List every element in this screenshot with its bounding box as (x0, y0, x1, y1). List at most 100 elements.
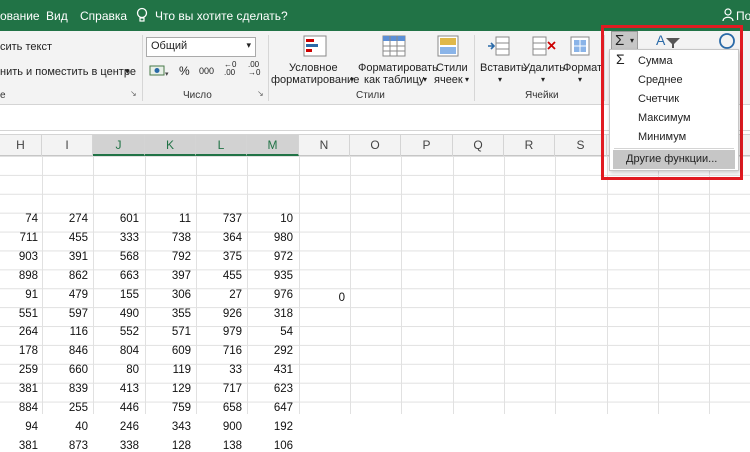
menu-item-max[interactable]: Максимум (610, 109, 738, 128)
table-cell[interactable]: 255 (42, 402, 92, 414)
table-cell[interactable]: 552 (93, 326, 143, 338)
chevron-down-icon[interactable]: ▾ (541, 75, 545, 84)
table-cell[interactable]: 455 (42, 232, 92, 244)
table-cell[interactable]: 192 (247, 421, 297, 433)
insert-button[interactable]: Вставить (480, 62, 527, 74)
dialog-launcher-icon[interactable]: ↘ (130, 89, 137, 98)
conditional-formatting-label-2[interactable]: форматирование (271, 74, 359, 86)
tell-me-search[interactable]: Что вы хотите сделать? (155, 9, 288, 23)
table-cell[interactable]: 737 (196, 213, 246, 225)
table-cell[interactable]: 33 (196, 364, 246, 376)
table-cell[interactable]: 884 (0, 402, 42, 414)
cell-styles-label-1[interactable]: Стили (436, 62, 468, 74)
table-cell[interactable]: 375 (196, 251, 246, 263)
table-cell[interactable]: 333 (93, 232, 143, 244)
menu-item-more-functions[interactable]: Другие функции... (613, 150, 735, 169)
conditional-formatting-icon[interactable] (303, 35, 329, 62)
tab-help[interactable]: Справка (80, 9, 127, 23)
conditional-formatting-label-1[interactable]: Условное (289, 62, 338, 74)
table-cell[interactable]: 900 (196, 421, 246, 433)
table-cell[interactable]: 91 (0, 289, 42, 301)
column-header-p[interactable]: P (401, 135, 453, 156)
table-cell[interactable]: 623 (247, 383, 297, 395)
table-cell[interactable]: 663 (93, 270, 143, 282)
table-cell[interactable]: 94 (0, 421, 42, 433)
table-cell[interactable]: 647 (247, 402, 297, 414)
format-cells-icon[interactable] (569, 35, 593, 62)
table-cell[interactable]: 246 (93, 421, 143, 433)
column-header-m[interactable]: M (247, 135, 299, 156)
table-cell[interactable]: 138 (196, 440, 246, 452)
table-cell[interactable]: 490 (93, 308, 143, 320)
column-header-s[interactable]: S (555, 135, 607, 156)
table-cell[interactable]: 446 (93, 402, 143, 414)
chevron-down-icon[interactable]: ▾ (578, 75, 582, 84)
table-cell[interactable]: 980 (247, 232, 297, 244)
table-cell[interactable]: 717 (196, 383, 246, 395)
currency-format-icon[interactable]: ▾ (149, 63, 171, 82)
menu-item-sum[interactable]: Сумма (610, 52, 738, 71)
tab-view[interactable]: Вид (46, 9, 68, 23)
table-cell[interactable]: 479 (42, 289, 92, 301)
table-cell[interactable]: 972 (247, 251, 297, 263)
table-cell[interactable]: 660 (42, 364, 92, 376)
format-as-table-label-2[interactable]: как таблицу (364, 74, 424, 86)
cell-styles-icon[interactable] (437, 35, 461, 62)
table-cell[interactable]: 391 (42, 251, 92, 263)
table-cell[interactable]: 364 (196, 232, 246, 244)
column-header-h[interactable]: H (0, 135, 42, 156)
table-cell[interactable]: 264 (0, 326, 42, 338)
table-cell[interactable]: 155 (93, 289, 143, 301)
table-cell[interactable]: 551 (0, 308, 42, 320)
menu-item-min[interactable]: Минимум (610, 128, 738, 147)
dialog-launcher-icon[interactable]: ↘ (257, 89, 264, 98)
thousands-separator-icon[interactable]: 000 (199, 66, 214, 76)
table-cell[interactable]: 738 (145, 232, 195, 244)
delete-cells-icon[interactable] (531, 35, 557, 62)
menu-item-count[interactable]: Счетчик (610, 90, 738, 109)
format-as-table-icon[interactable] (382, 35, 408, 62)
table-cell[interactable]: 804 (93, 345, 143, 357)
chevron-down-icon[interactable]: ▾ (498, 75, 502, 84)
table-cell[interactable]: 658 (196, 402, 246, 414)
table-cell[interactable]: 355 (145, 308, 195, 320)
cell-styles-label-2[interactable]: ячеек (434, 74, 463, 86)
format-button[interactable]: Формат (563, 62, 602, 74)
table-cell[interactable]: 259 (0, 364, 42, 376)
table-cell[interactable]: 455 (196, 270, 246, 282)
increase-decimal-icon[interactable]: ←0.00 (224, 61, 236, 77)
table-cell[interactable]: 11 (145, 213, 195, 225)
table-cell[interactable]: 274 (42, 213, 92, 225)
chevron-down-icon[interactable]: ▾ (350, 75, 354, 84)
table-cell[interactable]: 292 (247, 345, 297, 357)
table-cell[interactable]: 601 (93, 213, 143, 225)
column-header-l[interactable]: L (196, 135, 247, 156)
table-cell[interactable]: 716 (196, 345, 246, 357)
table-cell[interactable]: 862 (42, 270, 92, 282)
table-cell[interactable]: 873 (42, 440, 92, 452)
table-cell[interactable]: 976 (247, 289, 297, 301)
chevron-down-icon[interactable]: ▾ (423, 75, 427, 84)
table-cell[interactable]: 935 (247, 270, 297, 282)
column-header-i[interactable]: I (42, 135, 93, 156)
share-button[interactable]: По (736, 9, 750, 23)
table-cell[interactable]: 343 (145, 421, 195, 433)
table-cell[interactable]: 979 (196, 326, 246, 338)
column-header-k[interactable]: K (145, 135, 196, 156)
table-cell[interactable]: 116 (42, 326, 92, 338)
chevron-down-icon[interactable]: ▾ (465, 75, 469, 84)
column-header-j[interactable]: J (93, 135, 145, 156)
table-cell[interactable]: 74 (0, 213, 42, 225)
user-icon[interactable] (722, 8, 734, 25)
column-header-n[interactable]: N (299, 135, 350, 156)
table-cell[interactable]: 338 (93, 440, 143, 452)
table-cell[interactable]: 381 (0, 383, 42, 395)
percent-icon[interactable]: % (179, 64, 190, 78)
wrap-text-button[interactable]: сить текст (0, 41, 52, 53)
merge-center-button[interactable]: нить и поместить в центре (0, 66, 136, 78)
table-cell[interactable]: 609 (145, 345, 195, 357)
cell-n-value[interactable]: 0 (299, 292, 349, 304)
table-cell[interactable]: 711 (0, 232, 42, 244)
table-cell[interactable]: 128 (145, 440, 195, 452)
number-format-select[interactable]: Общий ▾ (146, 37, 256, 57)
